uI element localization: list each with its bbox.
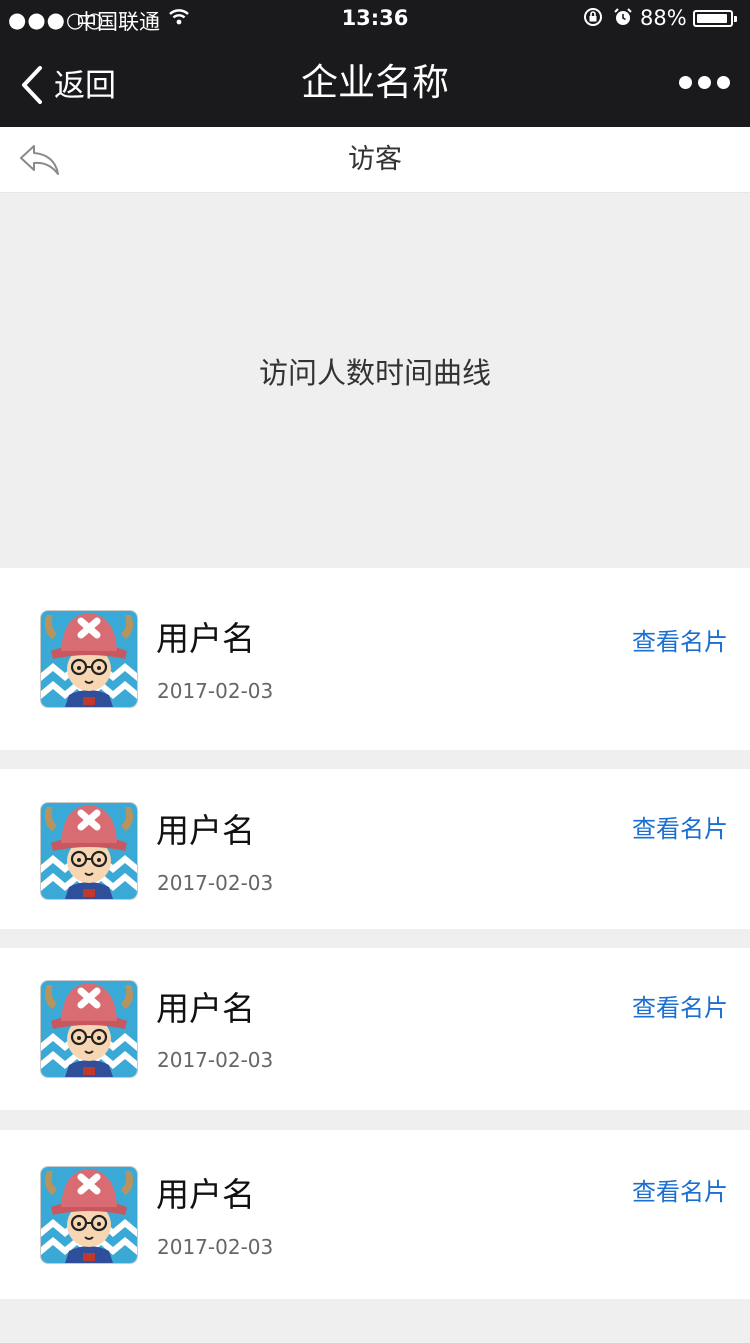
list-item: 用户名 2017-02-03 查看名片 — [0, 1130, 750, 1299]
list-item: 用户名 2017-02-03 查看名片 — [0, 568, 750, 750]
view-card-link[interactable]: 查看名片 — [632, 1172, 728, 1207]
list-item: 用户名 2017-02-03 查看名片 — [0, 769, 750, 929]
clock: 13:36 — [341, 6, 409, 30]
avatar — [40, 610, 138, 708]
view-card-link[interactable]: 查看名片 — [632, 988, 728, 1023]
visit-date: 2017-02-03 — [157, 871, 274, 895]
section-title: 访客 — [348, 144, 402, 175]
visitor-name: 用户名 — [156, 619, 255, 658]
view-card-link[interactable]: 查看名片 — [632, 809, 728, 844]
status-bar: ●●●○○ 中国联通 13:36 88% — [0, 0, 750, 38]
visit-date: 2017-02-03 — [157, 1235, 274, 1259]
sub-header: 访客 — [0, 127, 750, 193]
battery-percent: 88% — [640, 6, 687, 30]
avatar — [40, 802, 138, 900]
avatar — [40, 980, 138, 1078]
visitor-name: 用户名 — [156, 811, 255, 850]
nav-bar: 返回 企业名称 — [0, 38, 750, 127]
more-dots-icon[interactable] — [679, 38, 730, 127]
visitor-chart-placeholder: 访问人数时间曲线 — [0, 193, 750, 568]
list-item: 用户名 2017-02-03 查看名片 — [0, 948, 750, 1110]
rotation-lock-icon — [582, 6, 604, 33]
page-title: 企业名称 — [301, 61, 449, 104]
alarm-icon — [612, 6, 634, 33]
view-card-link[interactable]: 查看名片 — [632, 622, 728, 657]
battery-icon — [693, 10, 737, 27]
chart-placeholder-text: 访问人数时间曲线 — [258, 356, 491, 390]
visitor-name: 用户名 — [156, 1175, 255, 1214]
visit-date: 2017-02-03 — [157, 679, 274, 703]
avatar — [40, 1166, 138, 1264]
visit-date: 2017-02-03 — [157, 1048, 274, 1072]
visitor-name: 用户名 — [156, 989, 255, 1028]
